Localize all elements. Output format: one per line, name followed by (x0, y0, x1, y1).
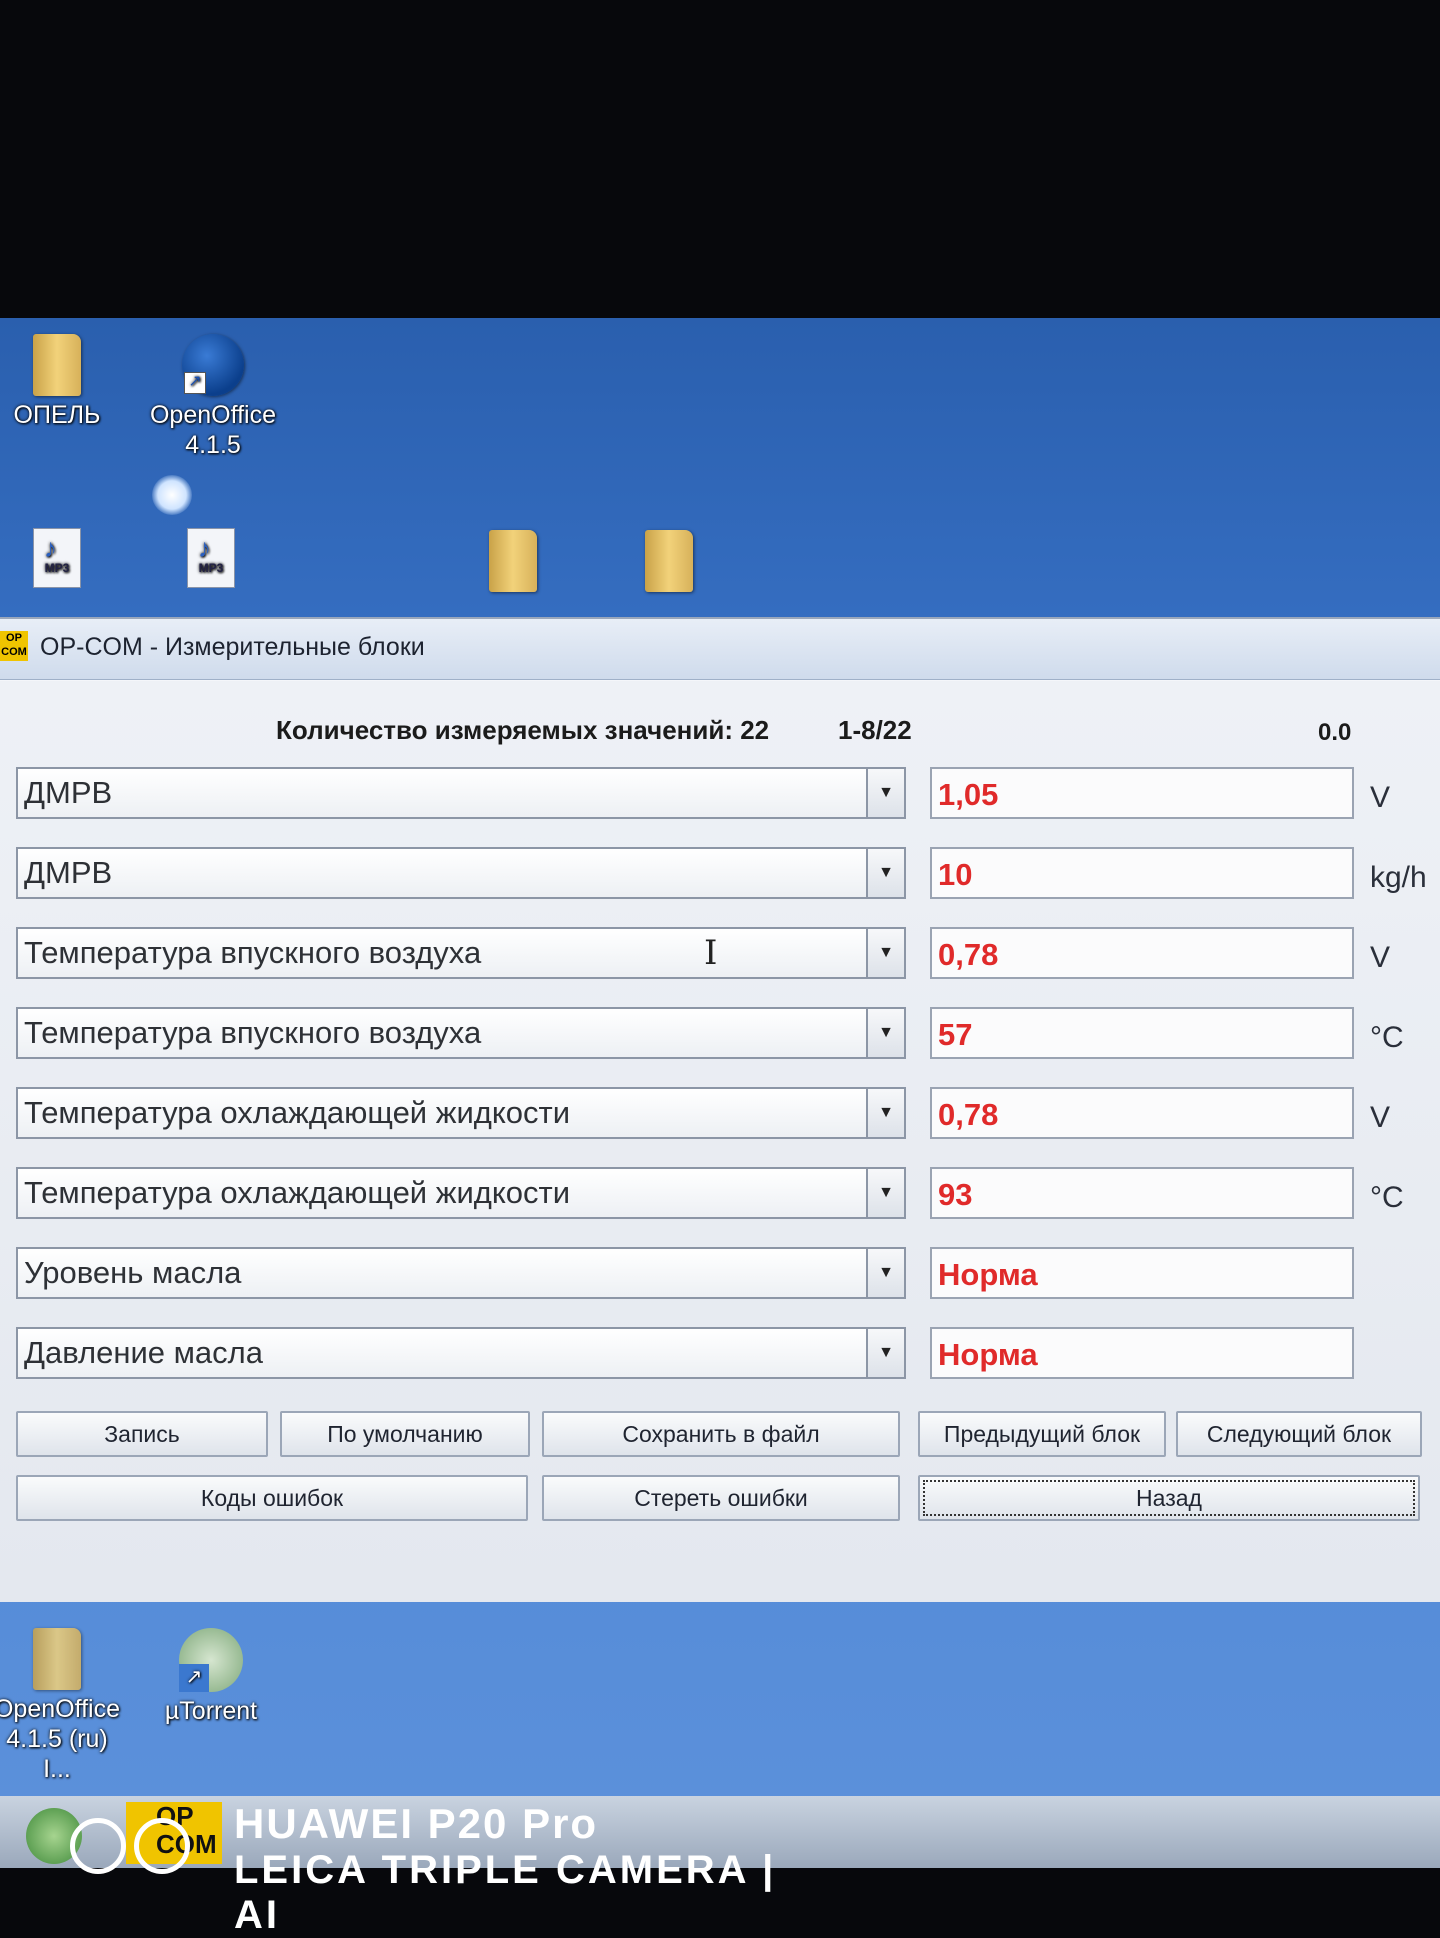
folder-icon (33, 1628, 81, 1690)
value-field: 1,05 (930, 767, 1354, 819)
desktop-icon-label: ОПЕЛЬ (13, 401, 101, 429)
chevron-down-icon[interactable]: ▼ (866, 1329, 904, 1377)
opcom-app-icon: OP COM (0, 631, 28, 661)
value-field: Норма (930, 1247, 1354, 1299)
clear-errors-button[interactable]: Стереть ошибки (542, 1475, 900, 1521)
mp3-file-icon: ♪ MP3 (187, 528, 235, 588)
measurement-row: Температура впускного воздуха ▼ 57 °C (0, 1007, 1440, 1063)
chevron-down-icon[interactable]: ▼ (866, 849, 904, 897)
shortcut-arrow-icon: ↗ (184, 372, 206, 394)
parameter-name: Температура охлаждающей жидкости (24, 1175, 571, 1210)
parameter-name: ДМРВ (24, 855, 113, 890)
unit-label: °C (1370, 1021, 1404, 1054)
utorrent-icon: ↗ (179, 1628, 243, 1692)
desktop-icon-opel[interactable]: ОПЕЛЬ (0, 334, 122, 430)
unit-label: V (1370, 941, 1391, 974)
default-button[interactable]: По умолчанию (280, 1411, 530, 1457)
desktop-icon-openoffice-installer[interactable]: OpenOffice 4.1.5 (ru) I... (0, 1628, 122, 1784)
measurement-row: Температура впускного воздуха ▼ 0,78 V (0, 927, 1440, 983)
value-text: 1,05 (938, 777, 999, 812)
unit-label: °C (1370, 1181, 1404, 1214)
value-field: 93 (930, 1167, 1354, 1219)
value-text: Норма (938, 1337, 1038, 1372)
chevron-down-icon[interactable]: ▼ (866, 1169, 904, 1217)
desktop-icon-label: OpenOffice 4.1.5 (149, 401, 276, 459)
parameter-select[interactable]: ДМРВ ▼ (16, 847, 906, 899)
parameter-select[interactable]: Температура охлаждающей жидкости ▼ (16, 1087, 906, 1139)
screen-glare (152, 475, 192, 515)
value-field: 57 (930, 1007, 1354, 1059)
leica-logo-icon (70, 1818, 202, 1882)
window-client: Количество измеряемых значений: 22 1-8/2… (0, 681, 1440, 1602)
folder-icon (489, 530, 537, 592)
mp3-file-icon: ♪ MP3 (33, 528, 81, 588)
timer-value: 0.0 (1318, 719, 1352, 746)
desktop-icon-label: µTorrent (164, 1697, 258, 1725)
parameter-select[interactable]: Температура охлаждающей жидкости ▼ (16, 1167, 906, 1219)
openoffice-icon: ↗ (182, 334, 244, 396)
value-field: Норма (930, 1327, 1354, 1379)
next-block-button[interactable]: Следующий блок (1176, 1411, 1422, 1457)
opcom-window: OP COM OP-COM - Измерительные блоки Коли… (0, 617, 1440, 1602)
unit-label: V (1370, 781, 1391, 814)
parameter-name: Давление масла (24, 1335, 263, 1370)
desktop-icon-folder-3[interactable] (448, 530, 578, 596)
measurement-row: ДМРВ ▼ 10 kg/h (0, 847, 1440, 903)
parameter-select[interactable]: ДМРВ ▼ (16, 767, 906, 819)
text-cursor-icon: I (704, 933, 718, 973)
window-title: OP-COM - Измерительные блоки (40, 633, 425, 661)
value-text: 57 (938, 1017, 973, 1052)
value-text: 0,78 (938, 937, 999, 972)
desktop-icon-mp3-1[interactable]: ♪ MP3 (0, 528, 122, 592)
desktop-icon-openoffice[interactable]: ↗ OpenOffice 4.1.5 (148, 334, 278, 460)
watermark-camera: LEICA TRIPLE CAMERA | AI (234, 1848, 777, 1937)
chevron-down-icon[interactable]: ▼ (866, 769, 904, 817)
parameter-name: Температура впускного воздуха (24, 935, 482, 970)
save-to-file-button[interactable]: Сохранить в файл (542, 1411, 900, 1457)
desktop-icon-utorrent[interactable]: ↗ µTorrent (146, 1628, 276, 1726)
parameter-name: Температура впускного воздуха (24, 1015, 482, 1050)
chevron-down-icon[interactable]: ▼ (866, 1009, 904, 1057)
unit-label: kg/h (1370, 861, 1427, 894)
desktop-icon-folder-4[interactable] (604, 530, 734, 596)
parameter-name: Температура охлаждающей жидкости (24, 1095, 571, 1130)
parameter-select[interactable]: Давление масла ▼ (16, 1327, 906, 1379)
value-text: 10 (938, 857, 973, 892)
shortcut-arrow-icon: ↗ (179, 1664, 209, 1692)
measurement-row: Температура охлаждающей жидкости ▼ 0,78 … (0, 1087, 1440, 1143)
value-field: 10 (930, 847, 1354, 899)
value-text: 0,78 (938, 1097, 999, 1132)
folder-icon (33, 334, 81, 396)
measurement-row: Температура охлаждающей жидкости ▼ 93 °C (0, 1167, 1440, 1223)
parameter-name: Уровень масла (24, 1255, 242, 1290)
value-field: 0,78 (930, 1087, 1354, 1139)
chevron-down-icon[interactable]: ▼ (866, 929, 904, 977)
chevron-down-icon[interactable]: ▼ (866, 1249, 904, 1297)
folder-icon (645, 530, 693, 592)
page-range: 1-8/22 (838, 715, 912, 745)
previous-block-button[interactable]: Предыдущий блок (918, 1411, 1166, 1457)
value-field: 0,78 (930, 927, 1354, 979)
camera-watermark: HUAWEI P20 Pro LEICA TRIPLE CAMERA | AI (70, 1796, 830, 1937)
measured-values-count: Количество измеряемых значений: 22 (276, 715, 770, 745)
parameter-select[interactable]: Температура впускного воздуха ▼ (16, 927, 906, 979)
measurement-row: Давление масла ▼ Норма (0, 1327, 1440, 1383)
parameter-select[interactable]: Температура впускного воздуха ▼ (16, 1007, 906, 1059)
measurement-row: Уровень масла ▼ Норма (0, 1247, 1440, 1303)
record-button[interactable]: Запись (16, 1411, 268, 1457)
parameter-select[interactable]: Уровень масла ▼ (16, 1247, 906, 1299)
error-codes-button[interactable]: Коды ошибок (16, 1475, 528, 1521)
measurement-row: ДМРВ ▼ 1,05 V (0, 767, 1440, 823)
back-button[interactable]: Назад (918, 1475, 1420, 1521)
value-text: 93 (938, 1177, 973, 1212)
desktop-icon-label: OpenOffice 4.1.5 (ru) I... (0, 1695, 120, 1783)
unit-label: V (1370, 1101, 1391, 1134)
desktop-icon-mp3-2[interactable]: ♪ MP3 (146, 528, 276, 592)
value-text: Норма (938, 1257, 1038, 1292)
watermark-model: HUAWEI P20 Pro (234, 1800, 599, 1847)
parameter-name: ДМРВ (24, 775, 113, 810)
window-titlebar[interactable]: OP COM OP-COM - Измерительные блоки (0, 619, 1440, 680)
chevron-down-icon[interactable]: ▼ (866, 1089, 904, 1137)
